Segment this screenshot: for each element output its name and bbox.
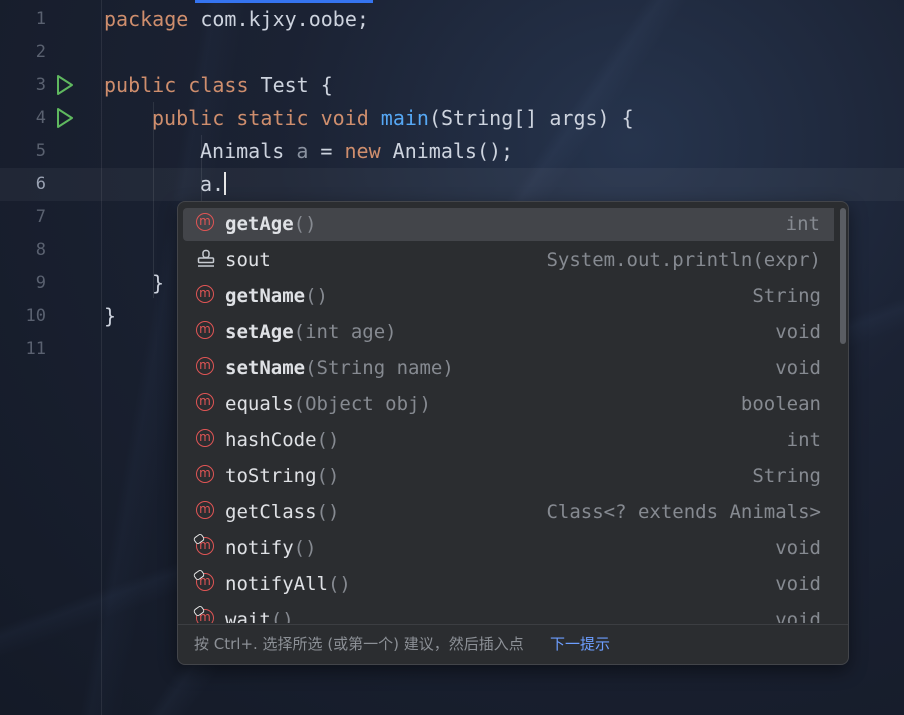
- line-number: 11: [25, 339, 46, 359]
- completion-item-type: String: [752, 465, 821, 487]
- completion-item-type: void: [775, 321, 821, 343]
- code-text: Test {: [248, 73, 333, 97]
- completion-item-label: toString(): [225, 465, 340, 487]
- line-number-gutter[interactable]: 1 2 3 4 5 6 7 8 9 10 11: [0, 0, 96, 715]
- completion-footer: 按 Ctrl+. 选择所选 (或第一个) 建议，然后插入点 下一提示: [178, 624, 848, 664]
- keyword: new: [344, 139, 381, 163]
- method-name: main: [380, 106, 429, 130]
- completion-item-type: void: [775, 573, 821, 595]
- completion-item-toString[interactable]: m toString() String: [183, 460, 834, 493]
- code-line-4: public static void main(String[] args) {: [152, 102, 634, 135]
- completion-item-getClass[interactable]: m getClass() Class<? extends Animals>: [183, 496, 834, 529]
- method-icon: m: [196, 429, 214, 447]
- code-completion-popup[interactable]: m getAge() int sout System.out.println(e…: [177, 201, 849, 665]
- completion-hint-text: 按 Ctrl+. 选择所选 (或第一个) 建议，然后插入点: [194, 635, 524, 653]
- line-number-active: 6: [35, 174, 46, 194]
- completion-item-label: getAge(): [225, 213, 317, 235]
- keyword: package: [104, 7, 189, 31]
- completion-item-label: notify(): [225, 537, 317, 559]
- final-method-icon: m: [192, 568, 214, 591]
- completion-item-type: void: [775, 537, 821, 559]
- type-name: Animals: [200, 139, 297, 163]
- completion-item-equals[interactable]: m equals(Object obj) boolean: [183, 388, 834, 421]
- completion-item-label: getClass(): [225, 501, 340, 523]
- completion-item-label: sout: [225, 249, 271, 271]
- line-number: 4: [35, 108, 46, 128]
- completion-item-label: wait(): [225, 609, 294, 623]
- final-method-icon: m: [192, 604, 214, 623]
- code-line-10: }: [104, 300, 116, 333]
- keyword: public class: [104, 73, 249, 97]
- code-text: =: [308, 139, 345, 163]
- line-number: 2: [35, 42, 46, 62]
- completion-item-type: String: [752, 285, 821, 307]
- run-main-icon[interactable]: [55, 107, 75, 129]
- completion-item-notify[interactable]: m notify() void: [183, 532, 834, 565]
- completion-item-setName[interactable]: m setName(String name) void: [183, 352, 834, 385]
- closing-brace: }: [104, 304, 117, 328]
- completion-item-type: boolean: [740, 393, 821, 415]
- template-stamp-icon: [197, 249, 215, 267]
- method-icon: m: [196, 213, 214, 231]
- code-line-1: package com.kjxy.oobe;: [104, 3, 369, 36]
- completion-item-wait[interactable]: m wait() void: [183, 604, 834, 623]
- keyword: public static void: [152, 106, 369, 130]
- method-icon: m: [196, 393, 214, 411]
- code-line-9: }: [152, 267, 164, 300]
- final-method-icon: m: [192, 532, 214, 555]
- line-number: 5: [35, 141, 46, 161]
- completion-item-label: getName(): [225, 285, 328, 307]
- completion-item-label: notifyAll(): [225, 573, 351, 595]
- completion-item-getName[interactable]: m getName() String: [183, 280, 834, 313]
- line-number: 3: [35, 75, 46, 95]
- line-number: 10: [25, 306, 46, 326]
- code-line-6: a.: [200, 168, 227, 201]
- completion-item-type: Class<? extends Animals>: [546, 501, 821, 523]
- code-text: Animals();: [380, 139, 514, 163]
- completion-item-label: setAge(int age): [225, 321, 397, 343]
- method-icon: m: [196, 321, 214, 339]
- gutter-separator: [101, 0, 102, 715]
- closing-brace: }: [152, 271, 165, 295]
- completion-scrollbar[interactable]: [840, 208, 846, 344]
- completion-item-type: System.out.println(expr): [546, 249, 821, 271]
- line-number: 1: [35, 9, 46, 29]
- completion-item-notifyAll[interactable]: m notifyAll() void: [183, 568, 834, 601]
- code-text: a.: [200, 172, 225, 196]
- completion-item-type: void: [775, 357, 821, 379]
- completion-item-type: int: [786, 429, 821, 451]
- completion-item-sout[interactable]: sout System.out.println(expr): [183, 244, 834, 277]
- line-number: 7: [35, 207, 46, 227]
- next-tip-link[interactable]: 下一提示: [550, 625, 610, 663]
- completion-item-type: void: [775, 609, 821, 623]
- completion-item-hashCode[interactable]: m hashCode() int: [183, 424, 834, 457]
- completion-item-label: equals(Object obj): [225, 393, 431, 415]
- line-number: 9: [35, 273, 46, 293]
- method-icon: m: [196, 357, 214, 375]
- method-icon: m: [196, 465, 214, 483]
- text-caret: [224, 172, 227, 195]
- completion-item-getAge[interactable]: m getAge() int: [183, 208, 834, 241]
- code-line-5: Animals a = new Animals();: [200, 135, 513, 168]
- completion-item-type: int: [785, 213, 820, 235]
- line-number: 8: [35, 240, 46, 260]
- completion-item-label: setName(String name): [225, 357, 454, 379]
- method-icon: m: [196, 501, 214, 519]
- run-class-icon[interactable]: [55, 74, 75, 96]
- completion-item-label: hashCode(): [225, 429, 340, 451]
- code-text: com.kjxy.oobe;: [188, 7, 369, 31]
- code-text: (String[] args) {: [428, 106, 634, 130]
- code-line-3: public class Test {: [104, 69, 333, 102]
- variable-name: a: [296, 139, 309, 163]
- completion-list[interactable]: m getAge() int sout System.out.println(e…: [178, 202, 834, 623]
- completion-item-setAge[interactable]: m setAge(int age) void: [183, 316, 834, 349]
- current-line-highlight: [0, 168, 904, 201]
- method-icon: m: [196, 285, 214, 303]
